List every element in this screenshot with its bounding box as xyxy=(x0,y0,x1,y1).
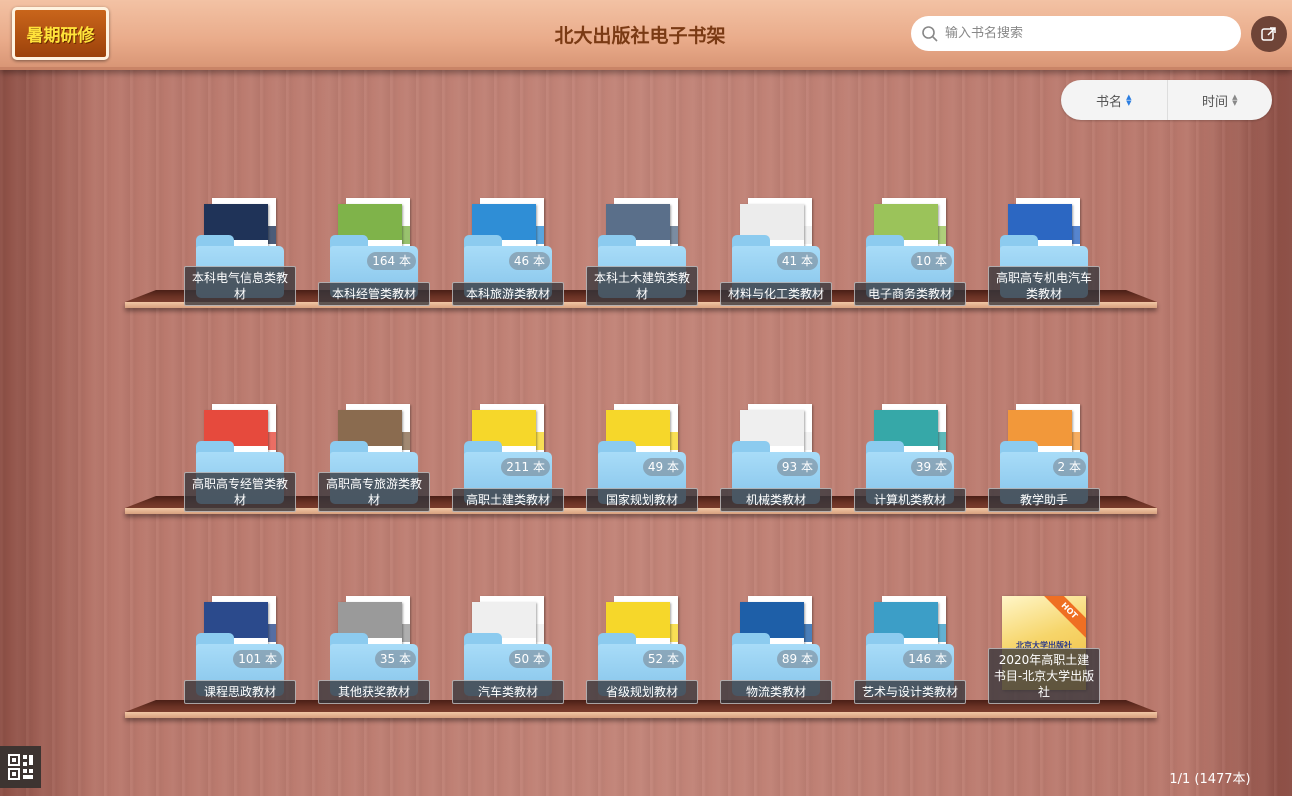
sort-by-time-button[interactable]: 时间 ▲ ▼ xyxy=(1166,80,1273,120)
sort-name-label: 书名 xyxy=(1096,94,1123,110)
category-folder[interactable]: 高职高专旅游类教材 xyxy=(318,402,430,512)
hot-ribbon: HOT xyxy=(1039,596,1086,641)
pagination-info: 1/1 (1477本) xyxy=(1169,772,1251,787)
qr-code-icon xyxy=(7,754,33,780)
category-folder[interactable]: 211 本高职土建类教材 xyxy=(452,402,564,512)
book-count-badge: 89 本 xyxy=(776,650,818,668)
category-folder[interactable]: 39 本计算机类教材 xyxy=(854,402,966,512)
folder-label: 本科经管类教材 xyxy=(318,282,430,306)
category-folder[interactable]: 89 本物流类教材 xyxy=(720,594,832,704)
folder-label: 高职土建类教材 xyxy=(452,488,564,512)
top-header: 暑期研修 北大出版社电子书架 xyxy=(0,0,1292,70)
category-folder[interactable]: 164 本本科经管类教材 xyxy=(318,196,430,306)
book-count-badge: 146 本 xyxy=(903,650,952,668)
category-folder[interactable]: 2 本教学助手 xyxy=(988,402,1100,512)
category-folder[interactable]: 93 本机械类教材 xyxy=(720,402,832,512)
book-count-badge: 101 本 xyxy=(233,650,282,668)
category-folder[interactable]: 本科电气信息类教材 xyxy=(184,196,296,306)
folder-label: 机械类教材 xyxy=(720,488,832,512)
category-folder[interactable]: 高职高专经管类教材 xyxy=(184,402,296,512)
folder-label: 高职高专机电汽车类教材 xyxy=(988,266,1100,306)
book-count-badge: 52 本 xyxy=(642,650,684,668)
summer-training-logo[interactable]: 暑期研修 xyxy=(12,7,109,60)
folder-label: 物流类教材 xyxy=(720,680,832,704)
folder-label: 本科土木建筑类教材 xyxy=(586,266,698,306)
folder-label: 艺术与设计类教材 xyxy=(854,680,966,704)
category-folder[interactable]: 50 本汽车类教材 xyxy=(452,594,564,704)
book-count-badge: 93 本 xyxy=(776,458,818,476)
book-count-badge: 39 本 xyxy=(910,458,952,476)
book-count-badge: 35 本 xyxy=(374,650,416,668)
category-folder[interactable]: 41 本材料与化工类教材 xyxy=(720,196,832,306)
sort-arrows-icon: ▲ ▼ xyxy=(1232,93,1238,107)
folder-label: 课程思政教材 xyxy=(184,680,296,704)
book-count-badge: 46 本 xyxy=(508,252,550,270)
book-count-badge: 49 本 xyxy=(642,458,684,476)
folder-label: 本科旅游类教材 xyxy=(452,282,564,306)
folder-label: 汽车类教材 xyxy=(452,680,564,704)
category-folder[interactable]: 46 本本科旅游类教材 xyxy=(452,196,564,306)
search-box[interactable] xyxy=(911,16,1241,51)
search-icon xyxy=(922,25,938,42)
book-count-badge: 50 本 xyxy=(508,650,550,668)
category-folder[interactable]: 49 本国家规划教材 xyxy=(586,402,698,512)
qr-code-button[interactable] xyxy=(0,746,41,788)
category-folder[interactable]: 10 本电子商务类教材 xyxy=(854,196,966,306)
folder-label: 2020年高职土建书目-北京大学出版社 xyxy=(988,648,1100,704)
folder-label: 高职高专旅游类教材 xyxy=(318,472,430,512)
book-count-badge: 41 本 xyxy=(776,252,818,270)
folder-label: 计算机类教材 xyxy=(854,488,966,512)
category-folder[interactable]: 52 本省级规划教材 xyxy=(586,594,698,704)
folder-label: 教学助手 xyxy=(988,488,1100,512)
category-folder[interactable]: 146 本艺术与设计类教材 xyxy=(854,594,966,704)
folder-label: 高职高专经管类教材 xyxy=(184,472,296,512)
folder-label: 电子商务类教材 xyxy=(854,282,966,306)
page-title: 北大出版社电子书架 xyxy=(554,25,726,47)
sort-arrows-icon: ▲ ▼ xyxy=(1126,93,1132,107)
folder-label: 国家规划教材 xyxy=(586,488,698,512)
sort-time-label: 时间 xyxy=(1202,94,1229,110)
folder-label: 材料与化工类教材 xyxy=(720,282,832,306)
category-folder[interactable]: 35 本其他获奖教材 xyxy=(318,594,430,704)
book-count-badge: 10 本 xyxy=(910,252,952,270)
share-button[interactable] xyxy=(1251,16,1287,52)
search-input[interactable] xyxy=(945,26,1225,41)
category-folder[interactable]: 高职高专机电汽车类教材 xyxy=(988,196,1100,306)
folder-label: 省级规划教材 xyxy=(586,680,698,704)
folder-label: 其他获奖教材 xyxy=(318,680,430,704)
sort-by-name-button[interactable]: 书名 ▲ ▼ xyxy=(1061,80,1167,120)
category-folder[interactable]: 本科土木建筑类教材 xyxy=(586,196,698,306)
book-count-badge: 211 本 xyxy=(501,458,550,476)
external-link-icon xyxy=(1261,27,1276,41)
category-folder[interactable]: HOT 北京大学出版社 2020年高职土建书目-北京大学出版社 xyxy=(988,594,1100,704)
sort-toggle: 书名 ▲ ▼ 时间 ▲ ▼ xyxy=(1061,80,1272,120)
category-folder[interactable]: 101 本课程思政教材 xyxy=(184,594,296,704)
folder-label: 本科电气信息类教材 xyxy=(184,266,296,306)
book-count-badge: 2 本 xyxy=(1052,458,1086,476)
book-count-badge: 164 本 xyxy=(367,252,416,270)
